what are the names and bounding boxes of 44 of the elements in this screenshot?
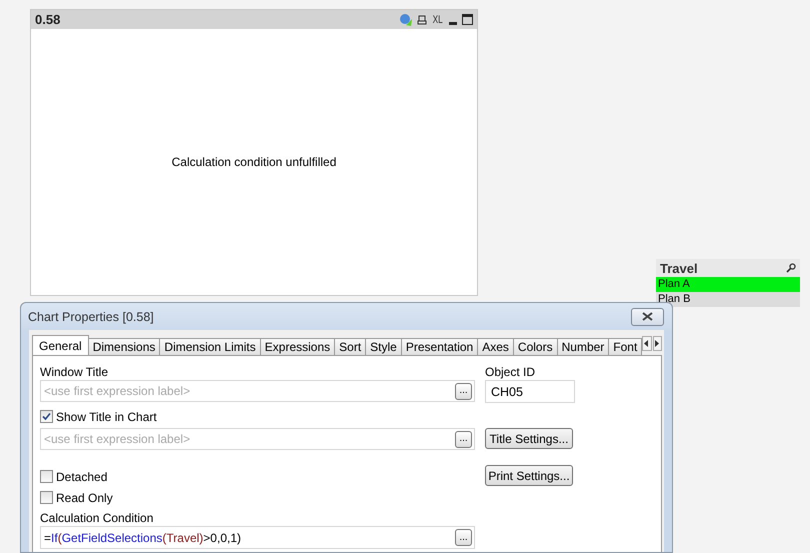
- input-field[interactable]: <use first expression label> ...: [40, 380, 475, 402]
- tab[interactable]: General: [32, 335, 89, 355]
- tab[interactable]: Dimensions: [88, 338, 160, 355]
- tab[interactable]: Dimension Limits: [159, 338, 261, 355]
- close-icon: [642, 312, 653, 321]
- tab[interactable]: Expressions: [260, 338, 336, 355]
- maximize-icon[interactable]: [462, 14, 473, 25]
- ellipsis-button[interactable]: ...: [455, 430, 472, 448]
- excel-export-button[interactable]: XL: [432, 14, 442, 26]
- ellipsis-button[interactable]: ...: [455, 382, 472, 400]
- field-label: Calculation Condition: [40, 511, 154, 526]
- scroll-left-button[interactable]: [642, 336, 652, 351]
- dialog-title: Chart Properties [0.58]: [28, 310, 154, 324]
- close-button[interactable]: [631, 308, 664, 326]
- checkbox-label: Read Only: [56, 490, 113, 504]
- input-field[interactable]: =If(GetFieldSelections(Travel)>0,0,1) ...: [40, 526, 475, 549]
- right-triangle-icon: [654, 340, 660, 347]
- scroll-right-button[interactable]: [652, 336, 662, 351]
- object-title: 0.58: [35, 12, 62, 27]
- checkbox[interactable]: [40, 491, 53, 504]
- title-settings-button[interactable]: Title Settings...: [485, 428, 573, 449]
- ellipsis-button[interactable]: ...: [455, 529, 472, 546]
- input-field[interactable]: <use first expression label> ...: [40, 428, 475, 450]
- list-item[interactable]: Plan A: [656, 277, 800, 292]
- checkbox[interactable]: [40, 470, 53, 483]
- listbox-title: Travel: [660, 260, 698, 276]
- left-triangle-icon: [644, 340, 650, 347]
- tab[interactable]: Presentation: [400, 338, 478, 355]
- checkbox[interactable]: [40, 410, 53, 423]
- input-field[interactable]: CH05: [485, 380, 575, 403]
- field-label: Window Title: [40, 365, 110, 380]
- field-label: Object ID: [485, 365, 536, 380]
- tab[interactable]: Number: [556, 338, 610, 355]
- tab[interactable]: Font: [608, 338, 642, 355]
- tab[interactable]: Axes: [477, 338, 514, 355]
- print-settings-button[interactable]: Print Settings...: [485, 465, 573, 486]
- tab[interactable]: Sort: [334, 338, 366, 355]
- checkbox-label: Detached: [56, 470, 108, 484]
- tab[interactable]: Colors: [512, 338, 558, 355]
- printer-icon[interactable]: [416, 14, 427, 24]
- checkbox-label: Show Title in Chart: [56, 410, 157, 424]
- status-message: Calculation condition unfulfilled: [172, 155, 336, 169]
- tab[interactable]: Style: [365, 338, 402, 355]
- search-icon[interactable]: [786, 263, 796, 273]
